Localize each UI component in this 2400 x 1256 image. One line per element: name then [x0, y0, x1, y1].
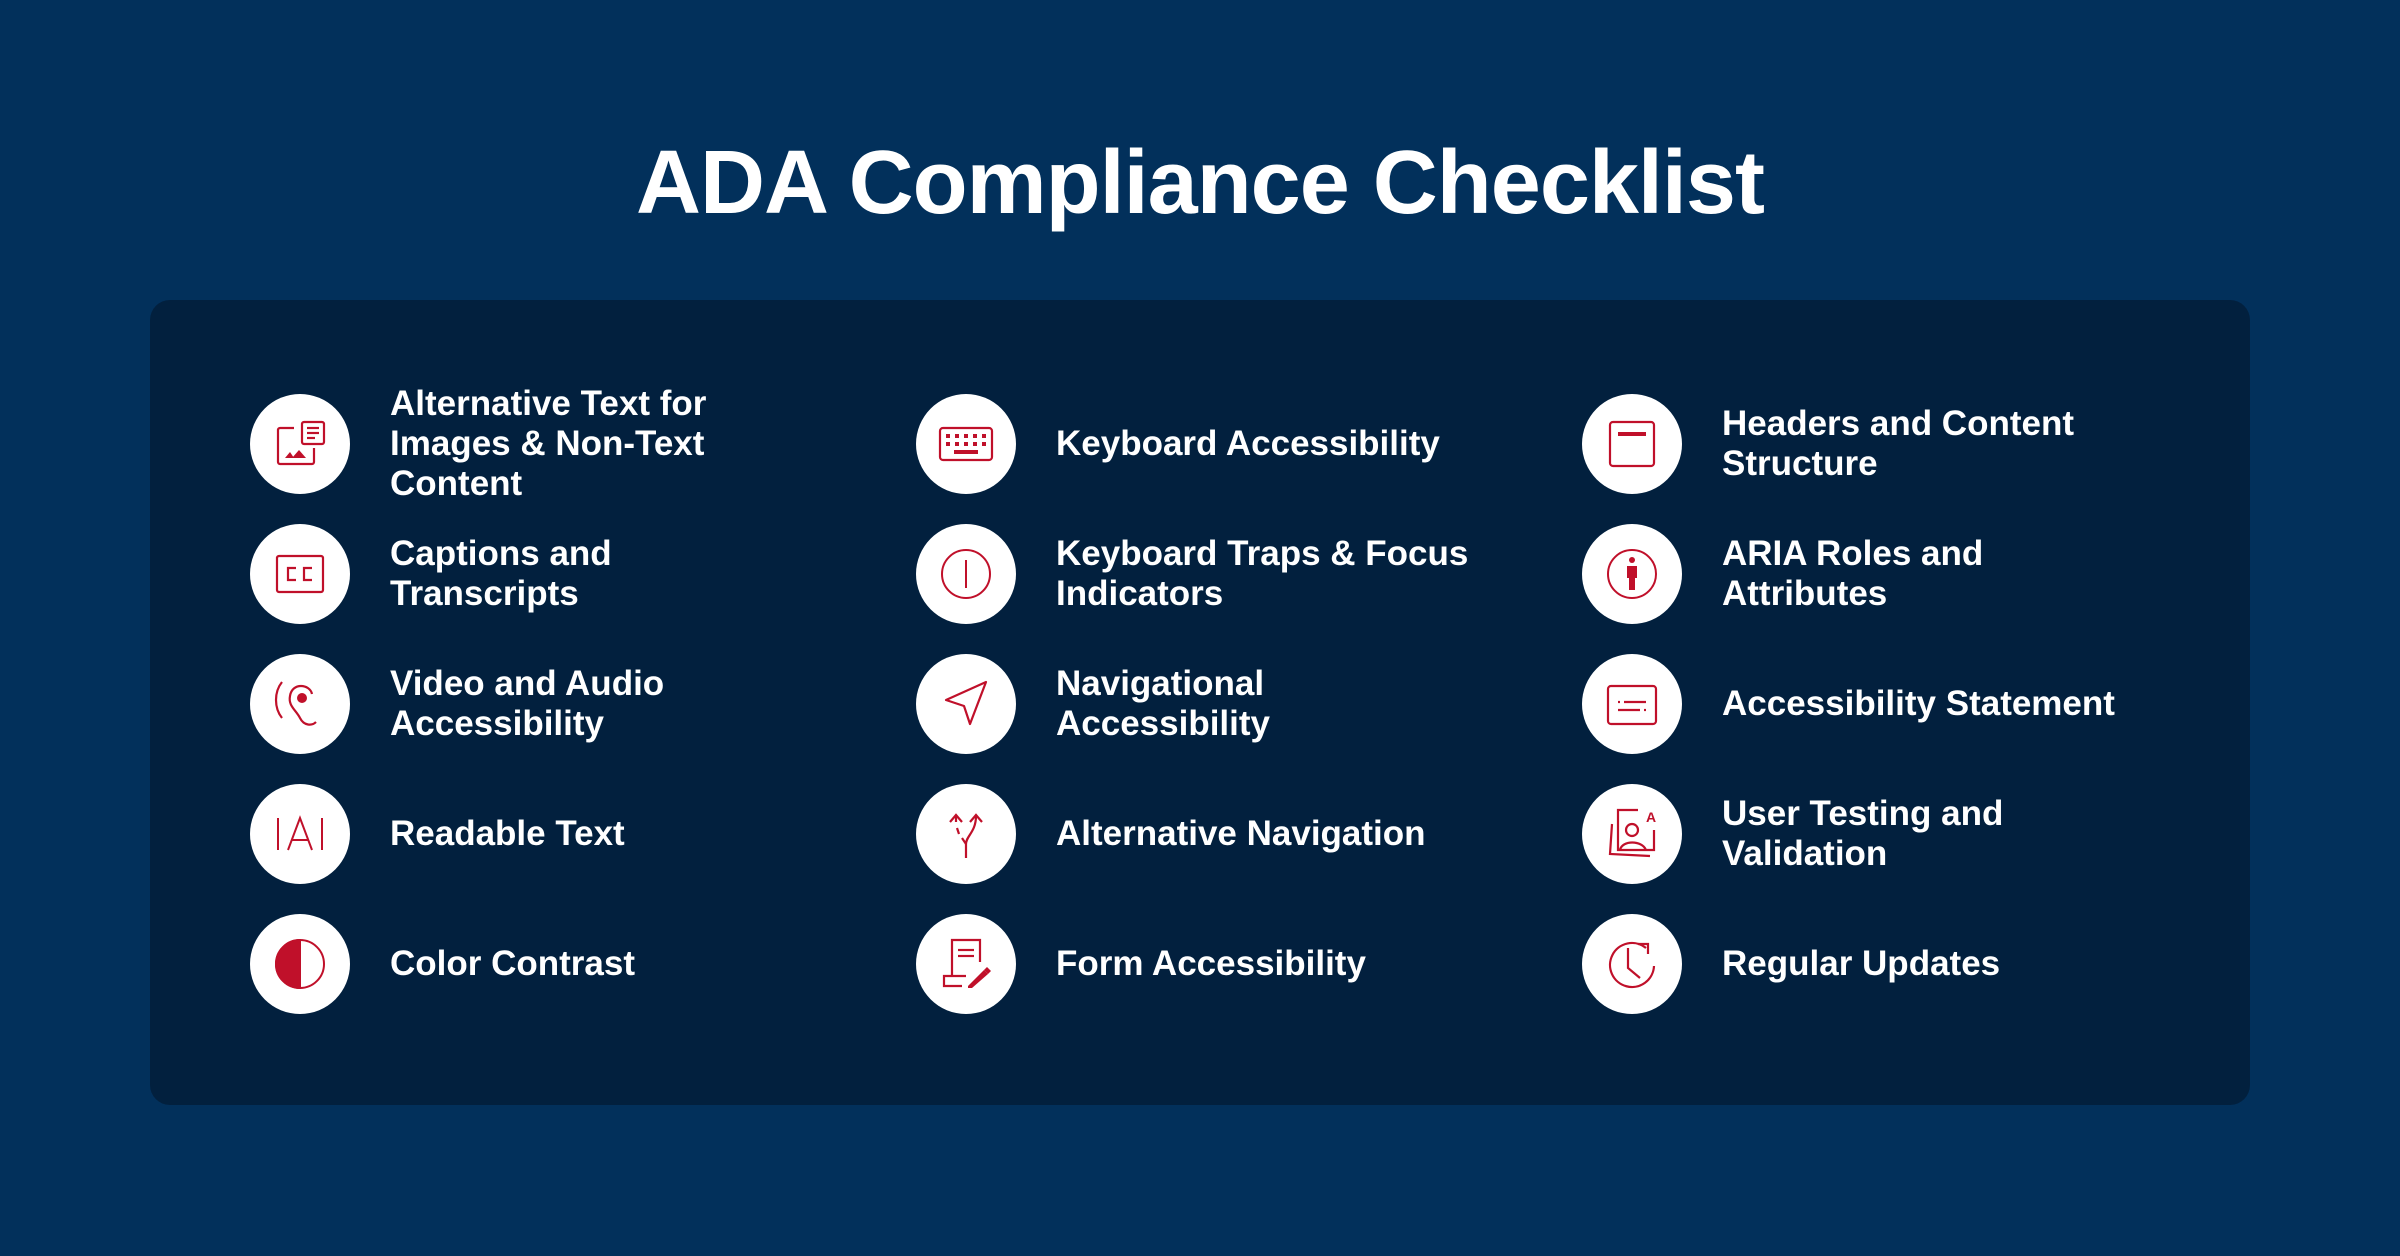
checklist-item-regular-updates: Regular Updates [1582, 909, 2162, 1019]
clock-refresh-icon [1582, 914, 1682, 1014]
split-path-icon [916, 784, 1016, 884]
item-label: Keyboard Accessibility [1056, 424, 1440, 463]
checklist-item-alt-navigation: Alternative Navigation [916, 779, 1496, 889]
navigation-arrow-icon [916, 654, 1016, 754]
item-label: Alternative Navigation [1056, 814, 1426, 853]
item-label: Regular Updates [1722, 944, 2001, 983]
item-label: Captions and Transcripts [390, 534, 612, 613]
closed-captions-icon [250, 524, 350, 624]
item-label: Keyboard Traps & Focus Indicators [1056, 534, 1469, 613]
user-testing-icon: A [1582, 784, 1682, 884]
page-title: ADA Compliance Checklist [636, 133, 1765, 233]
item-label: Readable Text [390, 814, 625, 853]
statement-card-icon [1582, 654, 1682, 754]
checklist-item-headers: Headers and Content Structure [1582, 389, 2162, 499]
item-label: Navigational Accessibility [1056, 664, 1270, 743]
svg-text:A: A [1646, 809, 1656, 825]
checklist-item-navigational: Navigational Accessibility [916, 649, 1496, 759]
keyboard-icon [916, 394, 1016, 494]
item-label: Accessibility Statement [1722, 684, 2115, 723]
form-edit-icon [916, 914, 1016, 1014]
checklist-item-readable-text: Readable Text [250, 779, 830, 889]
checklist-item-statement: Accessibility Statement [1582, 649, 2162, 759]
checklist-item-video-audio: Video and Audio Accessibility [250, 649, 830, 759]
contrast-icon [250, 914, 350, 1014]
text-cursor-icon [250, 784, 350, 884]
checklist-item-alt-text: Alternative Text for Images & Non-Text C… [250, 384, 830, 503]
item-label: Color Contrast [390, 944, 635, 983]
item-label: Alternative Text for Images & Non-Text C… [390, 384, 707, 503]
checklist-item-aria: ARIA Roles and Attributes [1582, 519, 2162, 629]
item-label: Video and Audio Accessibility [390, 664, 665, 743]
checklist-item-captions: Captions and Transcripts [250, 519, 830, 629]
checklist-item-user-testing: A User Testing and Validation [1582, 779, 2162, 889]
item-label: User Testing and Validation [1722, 794, 2004, 873]
accessibility-person-icon [1582, 524, 1682, 624]
item-label: Headers and Content Structure [1722, 404, 2074, 483]
header-block-icon [1582, 394, 1682, 494]
checklist-item-form: Form Accessibility [916, 909, 1496, 1019]
item-label: Form Accessibility [1056, 944, 1366, 983]
checklist-item-keyboard: Keyboard Accessibility [916, 389, 1496, 499]
focus-ring-icon [916, 524, 1016, 624]
item-label: ARIA Roles and Attributes [1722, 534, 1984, 613]
hearing-ear-icon [250, 654, 350, 754]
checklist-item-keyboard-traps: Keyboard Traps & Focus Indicators [916, 519, 1496, 629]
checklist-item-color-contrast: Color Contrast [250, 909, 830, 1019]
image-with-text-icon [250, 394, 350, 494]
